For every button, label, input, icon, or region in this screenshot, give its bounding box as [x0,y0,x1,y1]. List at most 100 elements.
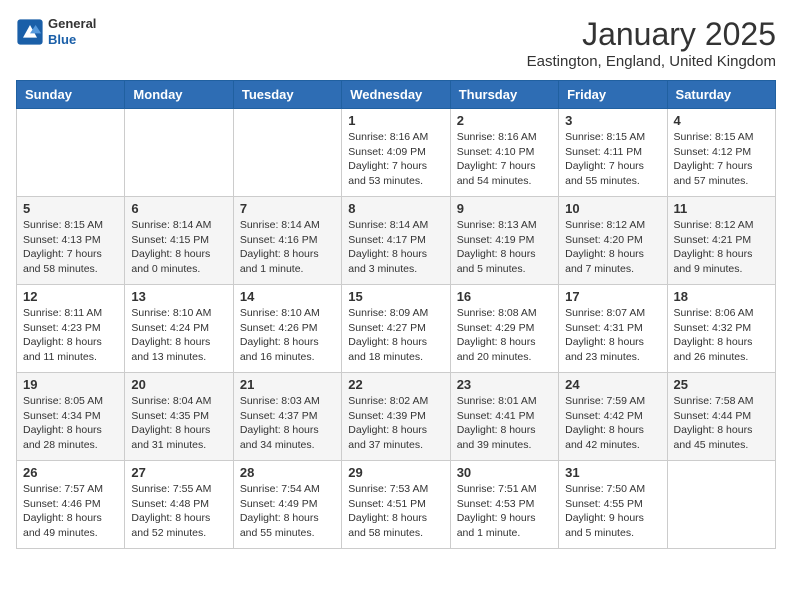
calendar-cell: 30 Sunrise: 7:51 AM Sunset: 4:53 PM Dayli… [450,461,558,549]
calendar-cell [233,109,341,197]
day-info: Sunrise: 8:16 AM Sunset: 4:10 PM Dayligh… [457,130,552,189]
page-header: General Blue January 2025 Eastington, En… [16,16,776,70]
day-info: Sunrise: 8:13 AM Sunset: 4:19 PM Dayligh… [457,218,552,277]
calendar-body: 1 Sunrise: 8:16 AM Sunset: 4:09 PM Daylig… [17,109,776,549]
day-info: Sunrise: 8:10 AM Sunset: 4:24 PM Dayligh… [131,306,226,365]
day-info: Sunrise: 7:57 AM Sunset: 4:46 PM Dayligh… [23,482,118,541]
calendar-cell: 31 Sunrise: 7:50 AM Sunset: 4:55 PM Dayli… [559,461,667,549]
day-info: Sunrise: 7:54 AM Sunset: 4:49 PM Dayligh… [240,482,335,541]
day-number: 15 [348,289,443,304]
header-thursday: Thursday [450,81,558,109]
calendar-cell: 2 Sunrise: 8:16 AM Sunset: 4:10 PM Daylig… [450,109,558,197]
day-number: 12 [23,289,118,304]
calendar-cell: 13 Sunrise: 8:10 AM Sunset: 4:24 PM Dayli… [125,285,233,373]
day-number: 26 [23,465,118,480]
day-info: Sunrise: 8:01 AM Sunset: 4:41 PM Dayligh… [457,394,552,453]
calendar-cell: 15 Sunrise: 8:09 AM Sunset: 4:27 PM Dayli… [342,285,450,373]
calendar-cell: 27 Sunrise: 7:55 AM Sunset: 4:48 PM Dayli… [125,461,233,549]
day-number: 14 [240,289,335,304]
day-info: Sunrise: 8:14 AM Sunset: 4:17 PM Dayligh… [348,218,443,277]
day-info: Sunrise: 8:12 AM Sunset: 4:21 PM Dayligh… [674,218,769,277]
month-title: January 2025 [527,16,776,53]
calendar-cell: 29Sunrise: 7:53 AM Sunset: 4:51 PM Dayli… [342,461,450,549]
calendar-cell: 5Sunrise: 8:15 AM Sunset: 4:13 PM Daylig… [17,197,125,285]
day-info: Sunrise: 8:15 AM Sunset: 4:11 PM Dayligh… [565,130,660,189]
day-number: 8 [348,201,443,216]
day-number: 31 [565,465,660,480]
calendar-cell [667,461,775,549]
day-info: Sunrise: 8:14 AM Sunset: 4:15 PM Dayligh… [131,218,226,277]
calendar-cell: 17Sunrise: 8:07 AM Sunset: 4:31 PM Dayli… [559,285,667,373]
calendar-cell: 10Sunrise: 8:12 AM Sunset: 4:20 PM Dayli… [559,197,667,285]
calendar-cell: 6Sunrise: 8:14 AM Sunset: 4:15 PM Daylig… [125,197,233,285]
calendar-week-4: 26 Sunrise: 7:57 AM Sunset: 4:46 PM Dayli… [17,461,776,549]
day-number: 24 [565,377,660,392]
calendar-week-2: 12 Sunrise: 8:11 AM Sunset: 4:23 PM Dayli… [17,285,776,373]
header-sunday: Sunday [17,81,125,109]
day-number: 7 [240,201,335,216]
day-info: Sunrise: 8:12 AM Sunset: 4:20 PM Dayligh… [565,218,660,277]
day-number: 18 [674,289,769,304]
day-info: Sunrise: 8:06 AM Sunset: 4:32 PM Dayligh… [674,306,769,365]
calendar-cell: 9 Sunrise: 8:13 AM Sunset: 4:19 PM Daylig… [450,197,558,285]
location-text: Eastington, England, United Kingdom [527,53,776,70]
calendar-cell: 19Sunrise: 8:05 AM Sunset: 4:34 PM Dayli… [17,373,125,461]
day-info: Sunrise: 7:53 AM Sunset: 4:51 PM Dayligh… [348,482,443,541]
day-info: Sunrise: 8:02 AM Sunset: 4:39 PM Dayligh… [348,394,443,453]
day-number: 30 [457,465,552,480]
day-info: Sunrise: 7:58 AM Sunset: 4:44 PM Dayligh… [674,394,769,453]
calendar-header-row: SundayMondayTuesdayWednesdayThursdayFrid… [17,81,776,109]
calendar-week-1: 5Sunrise: 8:15 AM Sunset: 4:13 PM Daylig… [17,197,776,285]
day-info: Sunrise: 7:51 AM Sunset: 4:53 PM Dayligh… [457,482,552,541]
day-info: Sunrise: 8:11 AM Sunset: 4:23 PM Dayligh… [23,306,118,365]
day-info: Sunrise: 7:50 AM Sunset: 4:55 PM Dayligh… [565,482,660,541]
day-info: Sunrise: 8:08 AM Sunset: 4:29 PM Dayligh… [457,306,552,365]
header-monday: Monday [125,81,233,109]
day-number: 5 [23,201,118,216]
day-number: 21 [240,377,335,392]
calendar-cell: 24 Sunrise: 7:59 AM Sunset: 4:42 PM Dayli… [559,373,667,461]
day-number: 23 [457,377,552,392]
calendar-cell: 14 Sunrise: 8:10 AM Sunset: 4:26 PM Dayli… [233,285,341,373]
calendar-table: SundayMondayTuesdayWednesdayThursdayFrid… [16,80,776,549]
day-number: 27 [131,465,226,480]
day-info: Sunrise: 8:14 AM Sunset: 4:16 PM Dayligh… [240,218,335,277]
calendar-cell: 12 Sunrise: 8:11 AM Sunset: 4:23 PM Dayli… [17,285,125,373]
day-number: 25 [674,377,769,392]
day-info: Sunrise: 7:55 AM Sunset: 4:48 PM Dayligh… [131,482,226,541]
calendar-cell: 21 Sunrise: 8:03 AM Sunset: 4:37 PM Dayli… [233,373,341,461]
calendar-cell: 23 Sunrise: 8:01 AM Sunset: 4:41 PM Dayli… [450,373,558,461]
day-info: Sunrise: 8:10 AM Sunset: 4:26 PM Dayligh… [240,306,335,365]
day-number: 11 [674,201,769,216]
calendar-cell: 28 Sunrise: 7:54 AM Sunset: 4:49 PM Dayli… [233,461,341,549]
calendar-cell [125,109,233,197]
calendar-week-0: 1 Sunrise: 8:16 AM Sunset: 4:09 PM Daylig… [17,109,776,197]
day-number: 28 [240,465,335,480]
day-info: Sunrise: 8:03 AM Sunset: 4:37 PM Dayligh… [240,394,335,453]
calendar-cell: 7 Sunrise: 8:14 AM Sunset: 4:16 PM Daylig… [233,197,341,285]
day-number: 13 [131,289,226,304]
day-number: 9 [457,201,552,216]
day-number: 3 [565,113,660,128]
day-number: 1 [348,113,443,128]
logo-general-text: General [48,16,96,32]
day-info: Sunrise: 7:59 AM Sunset: 4:42 PM Dayligh… [565,394,660,453]
day-info: Sunrise: 8:09 AM Sunset: 4:27 PM Dayligh… [348,306,443,365]
logo-icon [16,18,44,46]
logo-text: General Blue [48,16,96,47]
calendar-cell: 4Sunrise: 8:15 AM Sunset: 4:12 PM Daylig… [667,109,775,197]
day-number: 2 [457,113,552,128]
header-saturday: Saturday [667,81,775,109]
day-number: 16 [457,289,552,304]
header-friday: Friday [559,81,667,109]
calendar-cell: 22Sunrise: 8:02 AM Sunset: 4:39 PM Dayli… [342,373,450,461]
day-info: Sunrise: 8:15 AM Sunset: 4:12 PM Dayligh… [674,130,769,189]
calendar-cell: 18 Sunrise: 8:06 AM Sunset: 4:32 PM Dayli… [667,285,775,373]
calendar-cell: 26 Sunrise: 7:57 AM Sunset: 4:46 PM Dayli… [17,461,125,549]
calendar-cell: 25 Sunrise: 7:58 AM Sunset: 4:44 PM Dayli… [667,373,775,461]
day-info: Sunrise: 8:16 AM Sunset: 4:09 PM Dayligh… [348,130,443,189]
calendar-cell: 20Sunrise: 8:04 AM Sunset: 4:35 PM Dayli… [125,373,233,461]
title-block: January 2025 Eastington, England, United… [527,16,776,70]
day-number: 19 [23,377,118,392]
day-number: 20 [131,377,226,392]
